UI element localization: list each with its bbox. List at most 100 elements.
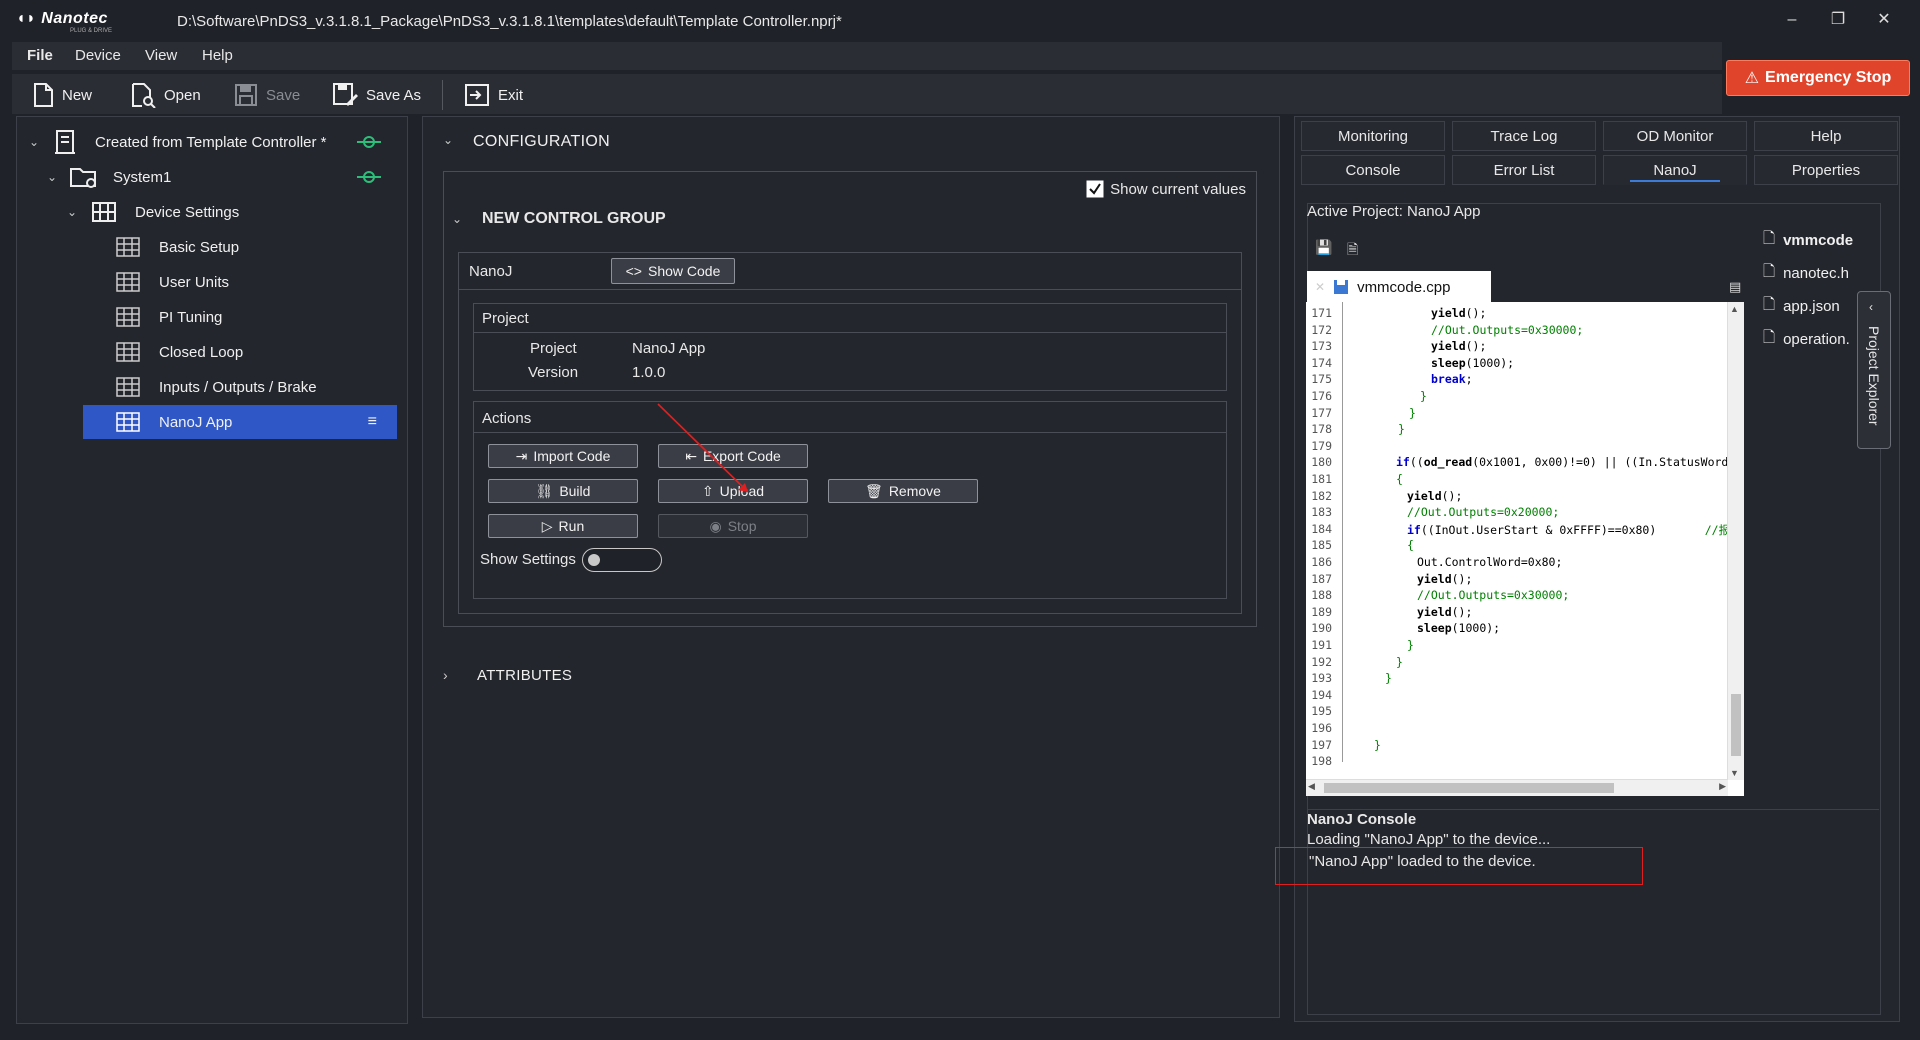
line-number: 173	[1311, 339, 1332, 354]
line-number: 175	[1311, 372, 1332, 387]
code-line: }	[1409, 405, 1416, 420]
tab-error-list[interactable]: Error List	[1452, 155, 1596, 185]
scroll-up-icon[interactable]: ▲	[1730, 304, 1739, 314]
vertical-scrollbar[interactable]: ▲ ▼	[1727, 302, 1744, 780]
chevron-down-icon[interactable]: ⌄	[443, 133, 453, 147]
nanoj-box: NanoJ <> Show Code Project Project NanoJ…	[458, 252, 1242, 614]
menu-file[interactable]: File	[27, 47, 53, 64]
chevron-down-icon[interactable]: ⌄	[45, 170, 59, 184]
code-line: {	[1407, 538, 1414, 553]
tab-od-monitor[interactable]: OD Monitor	[1603, 121, 1747, 151]
version-label: Version	[528, 364, 579, 381]
tree-item-closed-loop[interactable]: Closed Loop	[79, 335, 397, 369]
show-code-button[interactable]: <> Show Code	[611, 258, 735, 284]
chevron-right-icon[interactable]: ›	[443, 667, 448, 683]
scroll-left-icon[interactable]: ◀	[1308, 781, 1315, 792]
horizontal-scrollbar[interactable]: ◀ ▶	[1306, 779, 1728, 796]
save-all-icon[interactable]: 🗎	[1347, 239, 1358, 263]
maximize-button[interactable]: ❐	[1820, 6, 1856, 34]
play-icon: ▷	[541, 517, 553, 534]
exit-button[interactable]: Exit	[464, 82, 523, 108]
tab-properties[interactable]: Properties	[1754, 155, 1898, 185]
line-number: 198	[1311, 754, 1332, 769]
file-item[interactable]: 🗋 operation.	[1763, 324, 1859, 354]
show-current-values-checkbox[interactable]: Show current values	[1086, 180, 1246, 198]
stop-button[interactable]: ◉ Stop	[658, 514, 808, 538]
chevron-down-icon[interactable]: ⌄	[452, 212, 462, 226]
code-line: yield();	[1407, 488, 1463, 503]
tab-nanoj[interactable]: NanoJ	[1603, 155, 1747, 185]
open-button[interactable]: Open	[130, 82, 201, 108]
project-value: NanoJ App	[632, 340, 706, 357]
tab-console[interactable]: Console	[1301, 155, 1445, 185]
tree-item-inputs-outputs[interactable]: Inputs / Outputs / Brake	[79, 370, 397, 404]
open-label: Open	[164, 86, 201, 104]
minimize-button[interactable]: –	[1774, 6, 1810, 34]
remove-button[interactable]: 🗑 Remove	[828, 479, 978, 503]
line-number: 188	[1311, 588, 1332, 603]
save-button[interactable]: Save	[234, 82, 300, 108]
show-settings-toggle[interactable]	[582, 548, 662, 572]
scroll-thumb[interactable]	[1731, 694, 1741, 756]
new-button[interactable]: New	[32, 82, 92, 108]
control-group-box: Show current values ⌄ NEW CONTROL GROUP …	[443, 171, 1257, 627]
table-icon	[116, 412, 140, 432]
tree-item-label: Basic Setup	[159, 238, 240, 256]
menu-bar: File Device View Help	[12, 42, 1722, 70]
tab-monitoring[interactable]: Monitoring	[1301, 121, 1445, 151]
emergency-stop-button[interactable]: ⚠ Emergency Stop	[1726, 60, 1910, 96]
exit-label: Exit	[498, 86, 524, 104]
import-code-button[interactable]: ⇥ Import Code	[488, 444, 638, 468]
line-number: 189	[1311, 604, 1332, 619]
file-item[interactable]: 🗋 nanotec.h	[1763, 258, 1859, 288]
scroll-right-icon[interactable]: ▶	[1719, 781, 1726, 792]
line-number: 179	[1311, 438, 1332, 453]
tab-help[interactable]: Help	[1754, 121, 1898, 151]
hamburger-menu-icon[interactable]: ≡	[368, 413, 377, 431]
close-tab-icon[interactable]: ✕	[1315, 280, 1325, 294]
trash-icon: 🗑	[865, 482, 883, 499]
code-line: //Out.Outputs=0x20000;	[1407, 505, 1560, 520]
code-line: //Out.Outputs=0x30000;	[1417, 588, 1570, 603]
nanoj-label: NanoJ	[469, 263, 513, 280]
save-file-icon[interactable]: 💾	[1315, 239, 1332, 256]
menu-help[interactable]: Help	[202, 47, 233, 64]
project-section-title: Project	[482, 310, 529, 327]
tree-item-pi-tuning[interactable]: PI Tuning	[79, 300, 397, 334]
file-item[interactable]: 🗋 app.json	[1763, 291, 1859, 321]
chevron-left-icon[interactable]: ‹	[1869, 300, 1873, 314]
scroll-thumb[interactable]	[1324, 783, 1614, 793]
code-line: }	[1374, 737, 1381, 752]
import-icon: ⇥	[515, 447, 528, 464]
tree-item-nanoj-app[interactable]: NanoJ App ≡	[83, 405, 397, 439]
attributes-title[interactable]: ATTRIBUTES	[477, 667, 572, 684]
project-explorer-tab[interactable]: ‹ Project Explorer	[1857, 291, 1891, 449]
tab-trace-log[interactable]: Trace Log	[1452, 121, 1596, 151]
tree-item-basic-setup[interactable]: Basic Setup	[79, 230, 397, 264]
chevron-down-icon[interactable]: ⌄	[27, 135, 41, 149]
tree-system[interactable]: ⌄ System1	[45, 160, 397, 194]
editor-tab[interactable]: ✕ vmmcode.cpp	[1307, 271, 1491, 303]
code-editor[interactable]: 171 yield(); 172 //Out.Outputs=0x30000; 173 y…	[1306, 302, 1744, 796]
code-line: yield();	[1431, 339, 1487, 354]
logo-mark-icon: ◖◗	[16, 10, 37, 27]
file-label: vmmcode	[1783, 231, 1854, 249]
tree-item-label: NanoJ App	[159, 413, 233, 431]
new-file-icon	[34, 83, 53, 107]
file-item[interactable]: 🗋 vmmcode	[1763, 225, 1859, 255]
chevron-down-icon[interactable]: ⌄	[65, 205, 79, 219]
menu-device[interactable]: Device	[75, 47, 121, 64]
scroll-down-icon[interactable]: ▼	[1730, 768, 1739, 778]
save-as-button[interactable]: Save As	[332, 82, 421, 108]
tree-system-label: System1	[113, 168, 172, 186]
tree-device-settings[interactable]: ⌄ Device Settings	[65, 195, 397, 229]
close-button[interactable]: ✕	[1866, 6, 1902, 34]
code-line: }	[1396, 654, 1403, 669]
checkbox-checked-icon[interactable]	[1086, 180, 1104, 198]
tree-item-user-units[interactable]: User Units	[79, 265, 397, 299]
tree-root[interactable]: ⌄ Created from Template Controller *	[27, 125, 397, 159]
build-button[interactable]: ⛓ Build	[488, 479, 638, 503]
menu-view[interactable]: View	[145, 47, 177, 64]
editor-menu-icon[interactable]: ▤	[1729, 279, 1741, 295]
run-button[interactable]: ▷ Run	[488, 514, 638, 538]
